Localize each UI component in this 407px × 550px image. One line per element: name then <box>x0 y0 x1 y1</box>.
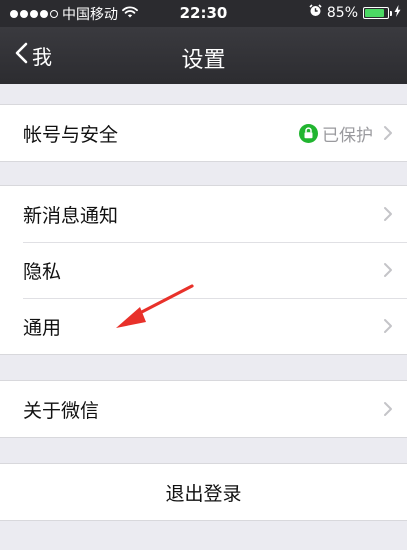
lock-icon <box>299 123 318 143</box>
chevron-right-icon <box>384 207 392 221</box>
chevron-right-icon <box>384 402 392 416</box>
new-message-notification-label: 新消息通知 <box>23 204 119 227</box>
chevron-right-icon <box>384 263 392 277</box>
battery-icon <box>363 6 392 19</box>
settings-screen: 中国移动 22:30 85% 我 设置 帐号与安全 已保护 新消息通知 隐私 通… <box>0 0 407 550</box>
battery-percent: 85% <box>326 4 358 21</box>
status-bar-right: 85% <box>309 4 401 21</box>
account-security-row[interactable]: 帐号与安全 已保护 <box>0 105 407 161</box>
about-wechat-row[interactable]: 关于微信 <box>0 381 407 437</box>
account-security-label: 帐号与安全 <box>23 123 119 146</box>
chevron-right-icon <box>384 319 392 333</box>
protection-status-text: 已保护 <box>322 125 373 146</box>
about-group: 关于微信 <box>0 380 407 438</box>
chevron-right-icon <box>384 126 392 140</box>
alarm-clock-icon <box>309 4 322 21</box>
general-label: 通用 <box>23 316 62 339</box>
battery-fill <box>365 8 384 17</box>
protection-status: 已保护 <box>299 121 373 146</box>
page-title: 设置 <box>181 48 226 73</box>
logout-button[interactable]: 退出登录 <box>0 464 407 520</box>
privacy-label: 隐私 <box>23 260 62 283</box>
logout-label: 退出登录 <box>165 482 242 505</box>
navigation-bar: 我 设置 <box>0 27 407 84</box>
general-settings-group: 新消息通知 隐私 通用 <box>0 185 407 355</box>
about-wechat-label: 关于微信 <box>23 399 100 422</box>
new-message-notification-row[interactable]: 新消息通知 <box>0 186 407 242</box>
logout-group: 退出登录 <box>0 463 407 521</box>
status-bar: 中国移动 22:30 85% <box>0 0 407 27</box>
general-row[interactable]: 通用 <box>0 298 407 354</box>
account-group: 帐号与安全 已保护 <box>0 104 407 162</box>
privacy-row[interactable]: 隐私 <box>0 242 407 298</box>
charging-bolt-icon <box>394 4 401 21</box>
